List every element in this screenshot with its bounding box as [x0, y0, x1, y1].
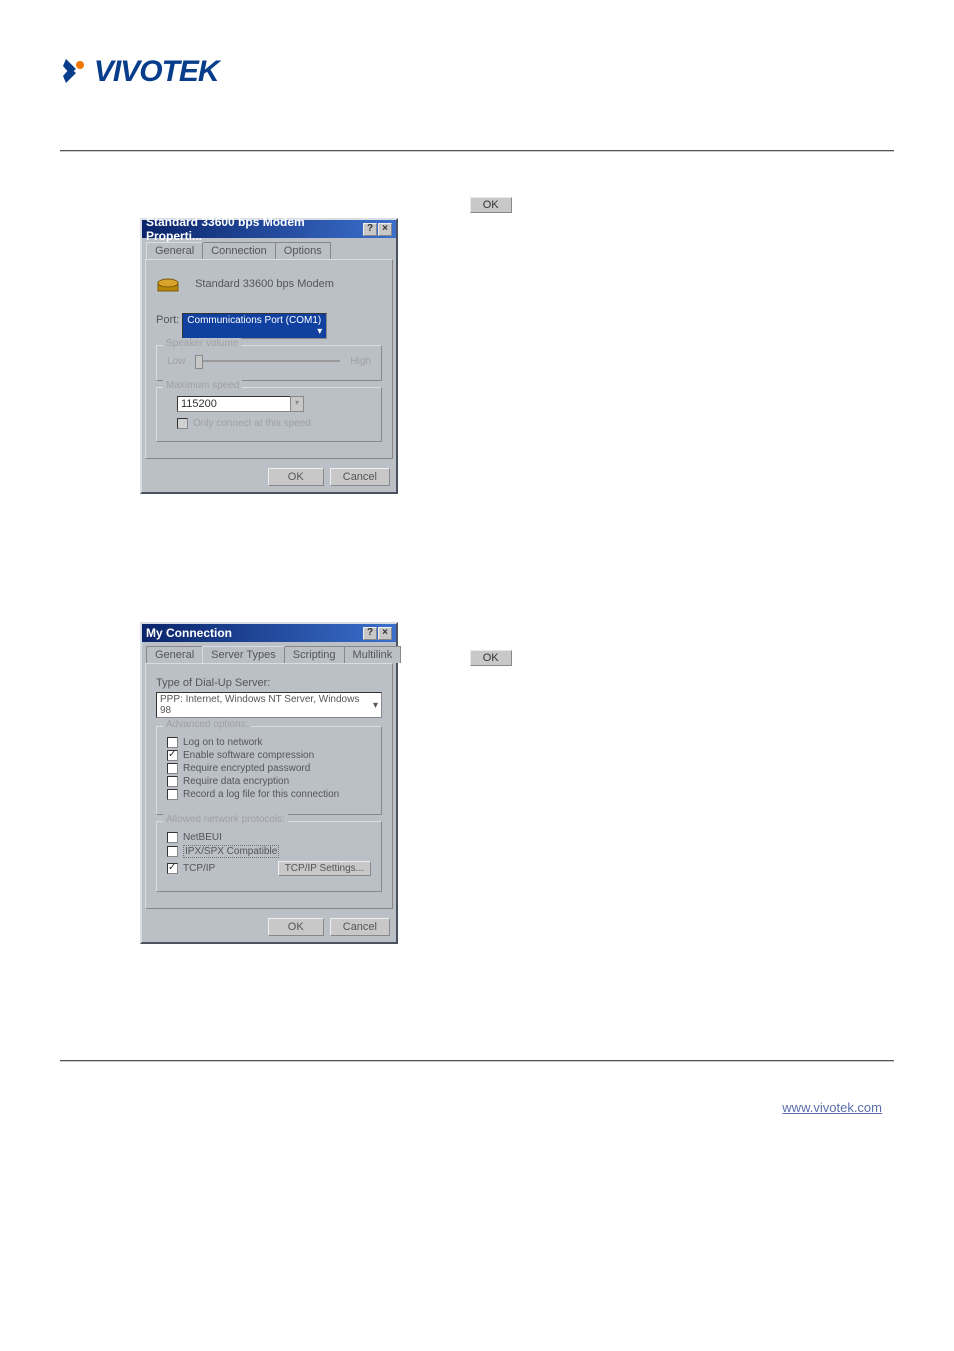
dialog2-ok-button[interactable]: OK — [268, 918, 324, 936]
speed-title: Maximum speed — [163, 380, 242, 391]
help-icon[interactable]: ? — [363, 627, 377, 640]
modem-row: Standard 33600 bps Modem — [156, 273, 382, 295]
tab-scripting[interactable]: Scripting — [284, 646, 345, 663]
only-connect-checkbox[interactable] — [177, 418, 188, 429]
max-speed-group: Maximum speed 115200 ▾ Only connect at t… — [156, 387, 382, 442]
proto-tcpip-label: TCP/IP — [183, 863, 215, 874]
ok-button-inline-1[interactable]: OK — [470, 197, 512, 213]
proto-title: Allowed network protocols: — [163, 814, 288, 825]
logo-text: VIVOTEK — [94, 55, 219, 89]
port-value: Communications Port (COM1) — [187, 315, 321, 326]
opt-log-label: Log on to network — [183, 737, 263, 748]
ok-button-inline-2[interactable]: OK — [470, 650, 512, 666]
step-5-body: 5. Press OK to close the Modem property … — [430, 547, 889, 664]
dialog1-title: Standard 33600 bps Modem Properti... — [146, 215, 363, 243]
tab-multilink[interactable]: Multilink — [344, 646, 402, 663]
slider-thumb-icon[interactable] — [195, 355, 203, 369]
server-type-value: PPP: Internet, Windows NT Server, Window… — [160, 694, 373, 716]
only-connect-label: Only connect at this speed — [193, 418, 311, 429]
proto-ipx-checkbox[interactable] — [167, 846, 178, 857]
opt-dataenc-checkbox[interactable] — [167, 776, 178, 787]
speed-select-row: 115200 ▾ — [177, 396, 371, 412]
opt-dataenc-label: Require data encryption — [183, 776, 289, 787]
only-connect-row: Only connect at this speed — [177, 418, 371, 429]
step-5-tail: . — [515, 648, 519, 664]
proto-tcpip-row: TCP/IP TCP/IP Settings... — [167, 861, 371, 876]
dialog1-body: Standard 33600 bps Modem Port: Communica… — [145, 259, 393, 459]
footer-link[interactable]: www.vivotek.com — [782, 1100, 882, 1115]
my-connection-dialog: My Connection ? × General Server Types S… — [140, 622, 398, 944]
help-icon[interactable]: ? — [363, 223, 377, 236]
tab-general[interactable]: General — [146, 242, 203, 259]
tab-options[interactable]: Options — [275, 242, 331, 259]
proto-ipx-label: IPX/SPX Compatible — [183, 845, 279, 858]
proto-netbeui-row: NetBEUI — [167, 832, 371, 843]
close-icon[interactable]: × — [378, 627, 392, 640]
port-row: Port: Communications Port (COM1) ▾ — [156, 313, 382, 339]
step-4-text: 4. Select the correct serial port and se… — [430, 173, 890, 214]
volume-high: High — [350, 356, 371, 367]
volume-slider-row: Low High — [167, 354, 371, 368]
tab-connection[interactable]: Connection — [202, 242, 276, 259]
dialog1-footer: OK Cancel — [142, 462, 396, 492]
speed-value: 115200 — [181, 398, 217, 410]
brand-logo: VIVOTEK — [60, 55, 219, 89]
opt-encpw-label: Require encrypted password — [183, 763, 310, 774]
proto-netbeui-checkbox[interactable] — [167, 832, 178, 843]
opt-compress-label: Enable software compression — [183, 750, 314, 761]
opt-log-checkbox[interactable] — [167, 737, 178, 748]
chevron-down-icon[interactable]: ▾ — [290, 396, 304, 412]
proto-ipx-row: IPX/SPX Compatible — [167, 845, 371, 858]
dialog2-body: Type of Dial-Up Server: PPP: Internet, W… — [145, 663, 393, 909]
dialog1-cancel-button[interactable]: Cancel — [330, 468, 390, 486]
close-icon[interactable]: × — [378, 223, 392, 236]
dialog2-titlebar: My Connection ? × — [142, 624, 396, 642]
dialog2-cancel-button[interactable]: Cancel — [330, 918, 390, 936]
divider-top — [60, 150, 894, 152]
proto-tcpip-checkbox[interactable] — [167, 863, 178, 874]
proto-netbeui-label: NetBEUI — [183, 832, 222, 843]
advanced-options-group: Advanced options: Log on to network Enab… — [156, 726, 382, 815]
type-label: Type of Dial-Up Server: — [156, 677, 382, 689]
network-protocols-group: Allowed network protocols: NetBEUI IPX/S… — [156, 821, 382, 892]
modem-name: Standard 33600 bps Modem — [195, 278, 334, 290]
step-4-tail: . — [515, 195, 519, 211]
port-label: Port: — [156, 314, 179, 326]
opt-encpw-checkbox[interactable] — [167, 763, 178, 774]
logo-bird-icon — [60, 56, 90, 89]
opt-encpw-row: Require encrypted password — [167, 763, 371, 774]
dialog2-tabs: General Server Types Scripting Multilink — [142, 642, 396, 663]
server-type-select[interactable]: PPP: Internet, Windows NT Server, Window… — [156, 692, 382, 718]
opt-record-row: Record a log file for this connection — [167, 789, 371, 800]
opt-record-label: Record a log file for this connection — [183, 789, 339, 800]
dialog2-footer: OK Cancel — [142, 912, 396, 942]
tab-server-types[interactable]: Server Types — [202, 646, 285, 663]
volume-low: Low — [167, 356, 185, 367]
step-5-text: 5. Press OK to close the Modem property … — [430, 545, 890, 667]
volume-title: Speaker volume — [163, 338, 241, 349]
opt-compress-checkbox[interactable] — [167, 750, 178, 761]
opt-log-row: Log on to network — [167, 737, 371, 748]
speaker-volume-group: Speaker volume Low High — [156, 345, 382, 381]
modem-properties-dialog: Standard 33600 bps Modem Properti... ? ×… — [140, 218, 398, 494]
opt-dataenc-row: Require data encryption — [167, 776, 371, 787]
divider-bottom — [60, 1060, 894, 1062]
opt-compress-row: Enable software compression — [167, 750, 371, 761]
dialog2-title: My Connection — [146, 626, 232, 640]
port-select[interactable]: Communications Port (COM1) ▾ — [182, 313, 327, 339]
tab-general-2[interactable]: General — [146, 646, 203, 663]
modem-icon — [156, 273, 184, 295]
opt-record-checkbox[interactable] — [167, 789, 178, 800]
volume-slider[interactable] — [195, 360, 340, 362]
tcpip-settings-button[interactable]: TCP/IP Settings... — [278, 861, 371, 876]
chevron-down-icon: ▾ — [373, 700, 378, 711]
adv-title: Advanced options: — [163, 719, 251, 730]
dialog1-titlebar: Standard 33600 bps Modem Properti... ? × — [142, 220, 396, 238]
speed-select[interactable]: 115200 — [177, 396, 297, 412]
dialog1-ok-button[interactable]: OK — [268, 468, 324, 486]
